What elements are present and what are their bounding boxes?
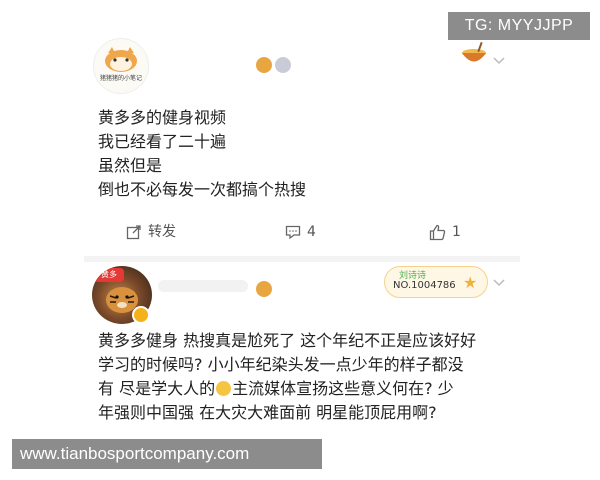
comment-count: 4 [307, 224, 316, 240]
post-line: 倒也不必每发一次都搞个热搜 [98, 180, 307, 199]
chevron-down-icon[interactable] [492, 54, 506, 68]
post-line-part: 有 尽是学大人的 [98, 379, 216, 398]
star-icon: ★ [463, 273, 478, 292]
divider [84, 256, 520, 262]
share-icon [126, 225, 141, 240]
post-body: 黄多多健身 热搜真是尬死了 这个年纪不正是应该好好 学习的时候吗? 小小年纪染头… [98, 329, 508, 425]
sad-emoji-icon [216, 381, 232, 396]
weibo-comments-screenshot: TG: MYYJJPP 猪猪猪的小笔记 黄多多的健身视频 我已经看了二十遍 虽然… [0, 0, 600, 480]
post-line: 我已经看了二十遍 [98, 132, 227, 151]
tg-watermark: TG: MYYJJPP [448, 12, 590, 40]
blurred-username [158, 280, 248, 292]
thumbs-up-icon [429, 224, 446, 240]
avatar[interactable]: 猪猪猪的小笔记 [93, 38, 149, 94]
post-line-part: 主流媒体宣扬这些意义何在? 少 [232, 379, 454, 398]
fan-badge-number: NO.1004786 [393, 280, 456, 291]
like-count: 1 [452, 224, 461, 240]
bowl-icon [462, 41, 486, 62]
vip-badge-icon [256, 281, 272, 297]
post-line: 黄多多的健身视频 [98, 108, 227, 127]
post-body: 黄多多的健身视频 我已经看了二十遍 虽然但是 倒也不必每发一次都搞个热搜 [98, 106, 518, 202]
medal-badge-icon [275, 57, 291, 73]
post-line: 年强则中国强 在大灾大难面前 明星能顶屁用啊? [98, 403, 437, 422]
avatar-caption: 猪猪猪的小笔记 [99, 75, 142, 82]
post-line: 虽然但是 [98, 156, 163, 175]
comment-icon [285, 225, 301, 240]
fan-badge[interactable]: 刘诗诗 NO.1004786 ★ [384, 266, 488, 298]
vip-badge-icon [256, 57, 272, 73]
forward-button[interactable]: 转发 [126, 221, 176, 243]
post-line: 有 尽是学大人的 主流媒体宣扬这些意义何在? 少 [98, 377, 508, 401]
cat-illustration-icon [105, 47, 137, 72]
avatar-sticker: 黄多 [94, 268, 124, 282]
comment-button[interactable]: 4 [285, 221, 316, 243]
post-line: 学习的时候吗? 小小年纪染头发一点少年的样子都没 [98, 355, 464, 374]
site-watermark: www.tianbosportcompany.com [12, 439, 322, 469]
forward-label: 转发 [148, 224, 176, 240]
like-button[interactable]: 1 [429, 221, 461, 243]
chevron-down-icon[interactable] [492, 276, 506, 290]
post-line: 黄多多健身 热搜真是尬死了 这个年纪不正是应该好好 [98, 331, 477, 350]
verified-icon [132, 306, 150, 324]
